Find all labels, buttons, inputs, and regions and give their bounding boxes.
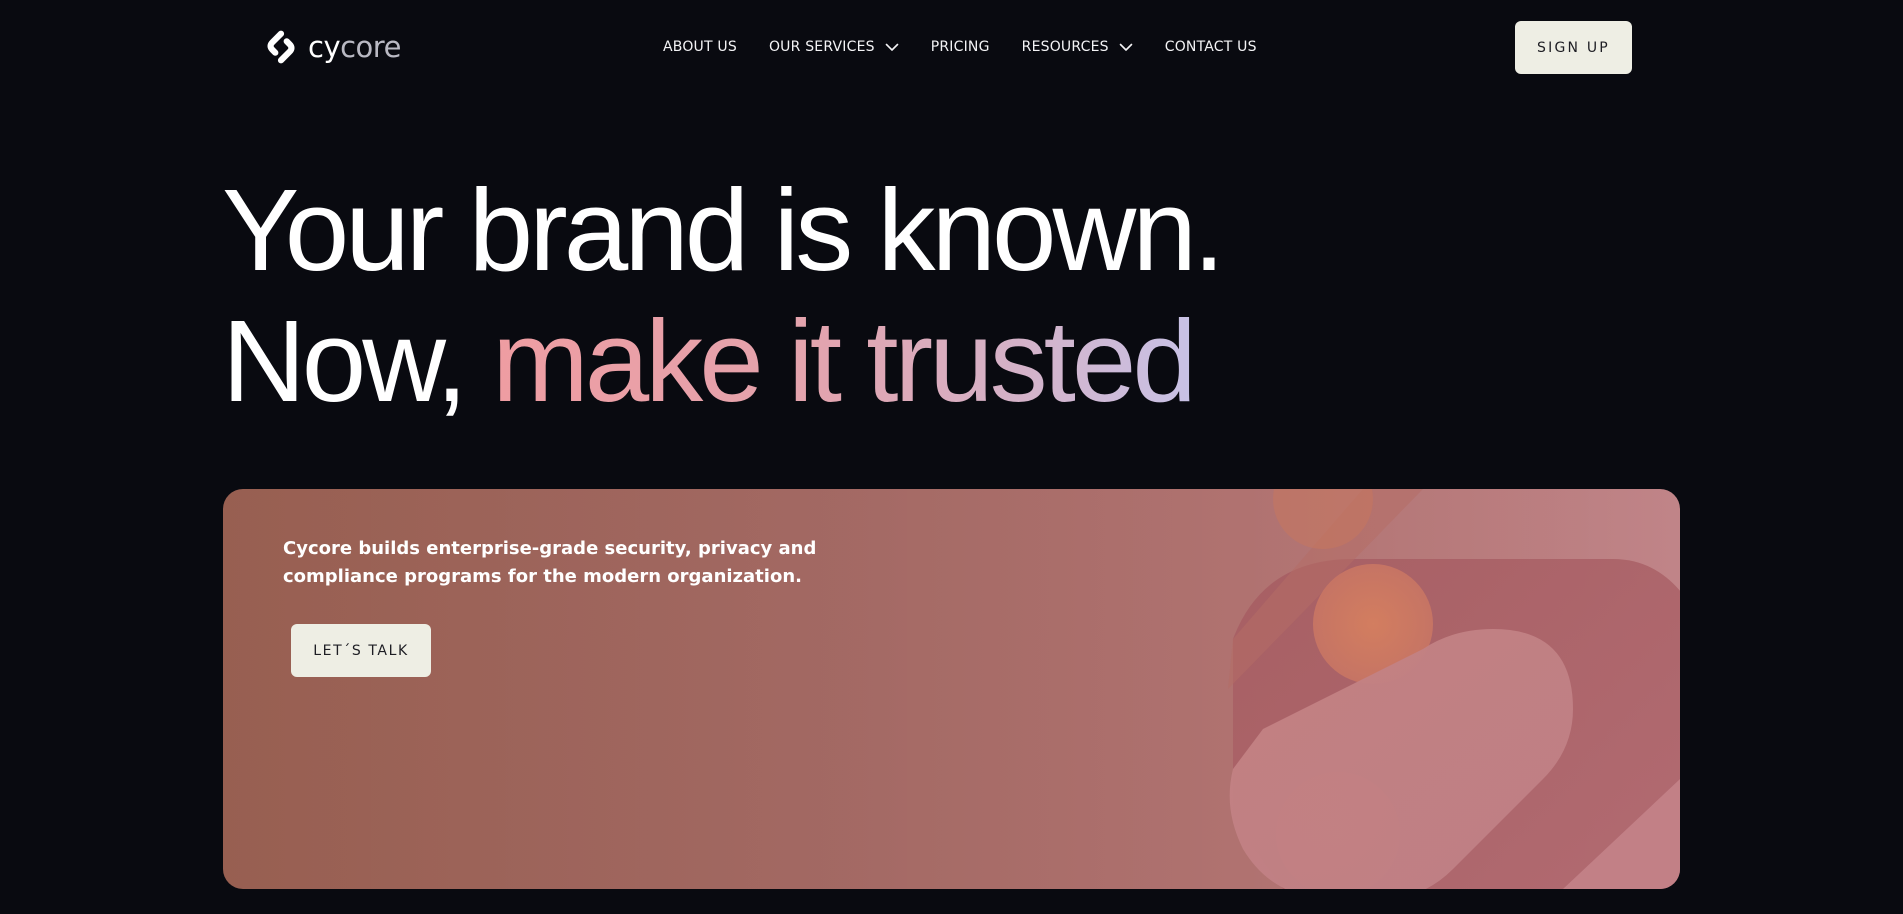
nav-item-our-services[interactable]: OUR SERVICES: [769, 39, 899, 55]
nav-label: PRICING: [930, 39, 990, 55]
nav-item-pricing[interactable]: PRICING: [931, 39, 990, 55]
nav-label: CONTACT US: [1164, 39, 1257, 55]
banner-description: Cycore builds enterprise-grade security,…: [283, 538, 817, 587]
page: cycore ABOUT US OUR SERVICES PRICING RES…: [0, 0, 1903, 914]
hero-line2-highlight: make it trusted: [492, 296, 1197, 426]
logo-text-part1: cy: [308, 30, 341, 64]
nav-label: OUR SERVICES: [768, 39, 875, 55]
nav-item-contact-us[interactable]: CONTACT US: [1165, 39, 1257, 55]
nav-item-about-us[interactable]: ABOUT US: [663, 39, 737, 55]
hero-headline-line2: Now, make it trusted: [222, 296, 1197, 426]
chevron-down-icon: [885, 43, 899, 51]
lets-talk-button[interactable]: LET´S TALK: [291, 624, 431, 677]
main-nav: ABOUT US OUR SERVICES PRICING RESOURCES …: [663, 35, 1257, 59]
hero-line2-plain: Now,: [222, 296, 493, 426]
logo-text-part2: core: [340, 30, 401, 64]
chevron-down-icon: [1119, 43, 1133, 51]
nav-label: ABOUT US: [663, 39, 737, 55]
hero-banner: Cycore builds enterprise-grade security,…: [223, 489, 1680, 889]
nav-label: RESOURCES: [1021, 39, 1109, 55]
nav-item-resources[interactable]: RESOURCES: [1022, 39, 1133, 55]
logo-wordmark: cycore: [308, 28, 401, 66]
hero-headline-line1: Your brand is known.: [222, 165, 1225, 295]
cycore-logo-icon: [267, 30, 295, 64]
logo-link[interactable]: cycore: [262, 28, 401, 66]
sign-up-button[interactable]: SIGN UP: [1515, 21, 1632, 74]
